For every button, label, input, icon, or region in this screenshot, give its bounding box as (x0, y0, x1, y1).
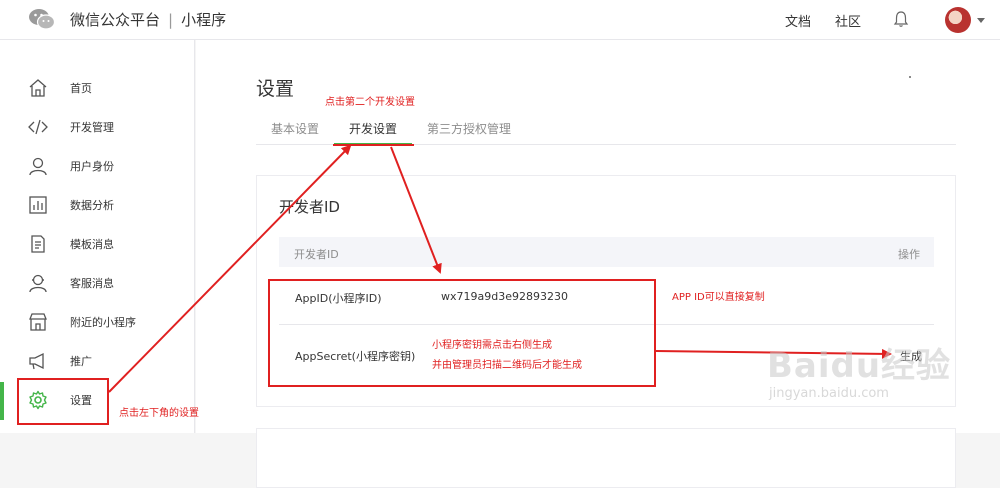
annotation-secret-1: 小程序密钥需点击右侧生成 (432, 340, 552, 351)
sidebar-item-label: 推广 (70, 355, 92, 368)
sidebar-item-data-analysis[interactable]: 数据分析 (0, 186, 195, 225)
page-title: 设置 (256, 78, 295, 100)
brand-separator: | (168, 11, 174, 29)
annotation-appid: APP ID可以直接复制 (672, 292, 765, 303)
tab-highlight-underline (333, 139, 414, 146)
document-icon (31, 235, 45, 253)
watermark-logo-text: Baidu经验 (767, 346, 952, 386)
sidebar-item-label: 用户身份 (70, 160, 114, 173)
settings-highlight-box (17, 378, 109, 425)
sidebar-item-nearby[interactable]: 附近的小程序 (0, 303, 195, 342)
tab-dev-settings[interactable]: 开发设置 (349, 120, 397, 137)
sidebar-item-customer-service[interactable]: 客服消息 (0, 264, 195, 303)
chart-icon (29, 196, 47, 214)
sidebar-item-promotion[interactable]: 推广 (0, 342, 195, 381)
sidebar-item-template-messages[interactable]: 模板消息 (0, 225, 195, 264)
sidebar-item-user-identity[interactable]: 用户身份 (0, 147, 195, 186)
bell-icon[interactable] (893, 10, 909, 28)
sidebar-item-label: 开发管理 (70, 121, 114, 134)
wechat-logo-icon (29, 9, 56, 30)
code-icon (28, 119, 48, 135)
tab-basic-settings[interactable]: 基本设置 (271, 120, 319, 137)
annotation-secret-2: 并由管理员扫描二维码后才能生成 (432, 360, 582, 371)
sidebar-item-label: 数据分析 (70, 199, 114, 212)
card-title: 开发者ID (279, 198, 340, 216)
sidebar-item-dev-management[interactable]: 开发管理 (0, 108, 195, 147)
user-icon (29, 157, 47, 176)
table-header: 开发者ID 操作 (279, 237, 934, 267)
secondary-card (256, 428, 956, 488)
decorative-dot (909, 76, 911, 78)
avatar[interactable] (945, 7, 971, 33)
sidebar-item-label: 首页 (70, 82, 92, 95)
sidebar-item-label: 客服消息 (70, 277, 114, 290)
sidebar: 首页 开发管理 用户身份 数据分析 模板消息 客服消息 附近的小程序 推广 设置 (0, 40, 195, 433)
megaphone-icon (29, 352, 44, 370)
annotation-bottom-left: 点击左下角的设置 (119, 408, 199, 419)
nav-community-link[interactable]: 社区 (835, 11, 861, 30)
top-bar: 微信公众平台 | 小程序 文档 社区 (0, 0, 1000, 40)
nav-docs-link[interactable]: 文档 (785, 11, 811, 30)
sidebar-item-label: 模板消息 (70, 238, 114, 251)
tab-third-party-auth[interactable]: 第三方授权管理 (427, 120, 511, 137)
baidu-watermark: Baidu经验 jingyan.baidu.com (757, 338, 987, 428)
product-name: 小程序 (181, 11, 227, 29)
brand-title[interactable]: 微信公众平台 | 小程序 (70, 9, 226, 30)
annotation-second-tab: 点击第二个开发设置 (325, 97, 415, 108)
sidebar-item-home[interactable]: 首页 (0, 69, 195, 108)
headset-user-icon (29, 274, 47, 293)
brand-name: 微信公众平台 (70, 11, 161, 29)
store-icon (29, 313, 47, 331)
sidebar-item-label: 附近的小程序 (70, 316, 136, 329)
watermark-url: jingyan.baidu.com (769, 386, 889, 401)
home-icon (29, 79, 47, 97)
column-header-action: 操作 (898, 248, 920, 261)
chevron-down-icon[interactable] (977, 18, 985, 23)
column-header-developer-id: 开发者ID (294, 248, 339, 261)
